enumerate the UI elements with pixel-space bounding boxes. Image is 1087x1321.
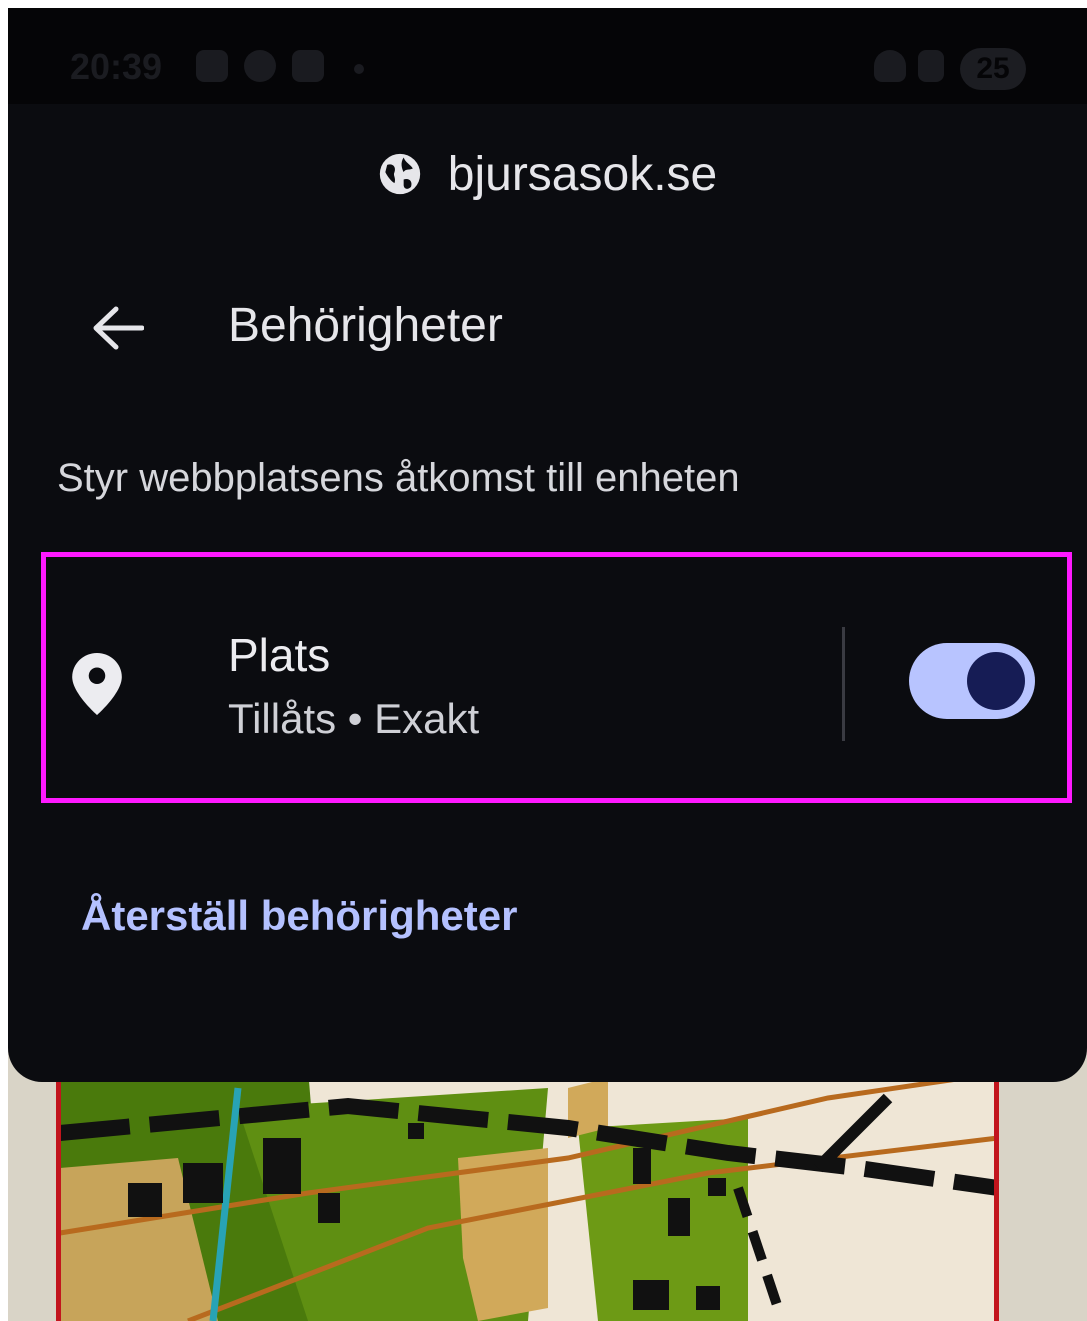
- toggle-knob: [967, 652, 1025, 710]
- section-subtitle: Styr webbplatsens åtkomst till enheten: [57, 456, 740, 500]
- phone-screen: 20:39 25 bjursasok.se Behörigheter Styr …: [8, 8, 1087, 1321]
- location-pin-icon: [72, 653, 122, 715]
- site-permissions-sheet: bjursasok.se Behörigheter Styr webbplats…: [8, 104, 1087, 1082]
- row-divider: [842, 627, 845, 741]
- location-permission-toggle[interactable]: [909, 643, 1035, 719]
- permission-row-location[interactable]: Plats Tillåts • Exakt: [41, 552, 1072, 803]
- globe-icon: [379, 153, 420, 195]
- page-title: Behörigheter: [228, 299, 503, 352]
- site-name: bjursasok.se: [447, 147, 718, 201]
- permission-name: Plats: [228, 629, 331, 681]
- arrow-left-icon: [93, 306, 144, 350]
- site-header: bjursasok.se: [8, 142, 1087, 206]
- reset-permissions-button[interactable]: Återställ behörigheter: [81, 892, 517, 940]
- permission-status: Tillåts • Exakt: [228, 695, 480, 742]
- back-button[interactable]: [84, 294, 152, 362]
